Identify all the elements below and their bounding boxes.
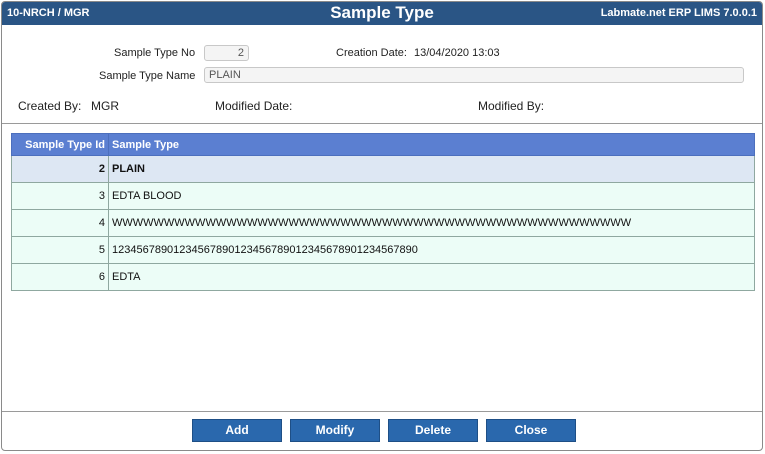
row-id-cell: 2 bbox=[11, 155, 109, 183]
row-type-cell: EDTA bbox=[108, 263, 755, 291]
table-row[interactable]: 3 EDTA BLOOD bbox=[11, 182, 755, 210]
title-bar: 10-NRCH / MGR Sample Type Labmate.net ER… bbox=[2, 2, 762, 25]
column-header-sample-type-id[interactable]: Sample Type Id bbox=[11, 133, 109, 156]
creation-date-label: Creation Date: bbox=[336, 47, 407, 59]
close-button[interactable]: Close bbox=[486, 419, 576, 442]
creation-date-value: 13/04/2020 13:03 bbox=[414, 47, 500, 59]
app-version-label: Labmate.net ERP LIMS 7.0.0.1 bbox=[600, 7, 757, 19]
add-button[interactable]: Add bbox=[192, 419, 282, 442]
created-by-value: MGR bbox=[91, 99, 119, 113]
sample-type-name-label: Sample Type Name bbox=[99, 70, 196, 82]
modified-by-label: Modified By: bbox=[478, 99, 545, 113]
row-type-cell: 1234567890123456789012345678901234567890… bbox=[108, 236, 755, 264]
form-divider bbox=[2, 123, 762, 124]
row-type-cell: PLAIN bbox=[108, 155, 755, 183]
modified-date-label: Modified Date: bbox=[215, 99, 293, 113]
footer-divider bbox=[2, 411, 762, 412]
sample-type-no-label: Sample Type No bbox=[114, 47, 196, 59]
sample-type-name-field[interactable] bbox=[204, 67, 744, 83]
grid-header-row: Sample Type Id Sample Type bbox=[11, 133, 755, 156]
sample-type-no-field[interactable] bbox=[204, 45, 249, 61]
table-row[interactable]: 6 EDTA bbox=[11, 263, 755, 291]
sample-type-grid: Sample Type Id Sample Type 2 PLAIN 3 EDT… bbox=[11, 133, 755, 291]
row-type-cell: EDTA BLOOD bbox=[108, 182, 755, 210]
table-row[interactable]: 5 12345678901234567890123456789012345678… bbox=[11, 236, 755, 264]
sample-type-window: 10-NRCH / MGR Sample Type Labmate.net ER… bbox=[1, 1, 763, 451]
row-id-cell: 3 bbox=[11, 182, 109, 210]
column-header-sample-type[interactable]: Sample Type bbox=[108, 133, 755, 156]
modify-button[interactable]: Modify bbox=[290, 419, 380, 442]
table-row[interactable]: 2 PLAIN bbox=[11, 155, 755, 183]
row-type-cell: WWWWWWWWWWWWWWWWWWWWWWWWWWWWWWWWWWWWWWWW… bbox=[108, 209, 755, 237]
created-by-label: Created By: bbox=[18, 99, 82, 113]
row-id-cell: 6 bbox=[11, 263, 109, 291]
row-id-cell: 5 bbox=[11, 236, 109, 264]
table-row[interactable]: 4 WWWWWWWWWWWWWWWWWWWWWWWWWWWWWWWWWWWWWW… bbox=[11, 209, 755, 237]
row-id-cell: 4 bbox=[11, 209, 109, 237]
delete-button[interactable]: Delete bbox=[388, 419, 478, 442]
